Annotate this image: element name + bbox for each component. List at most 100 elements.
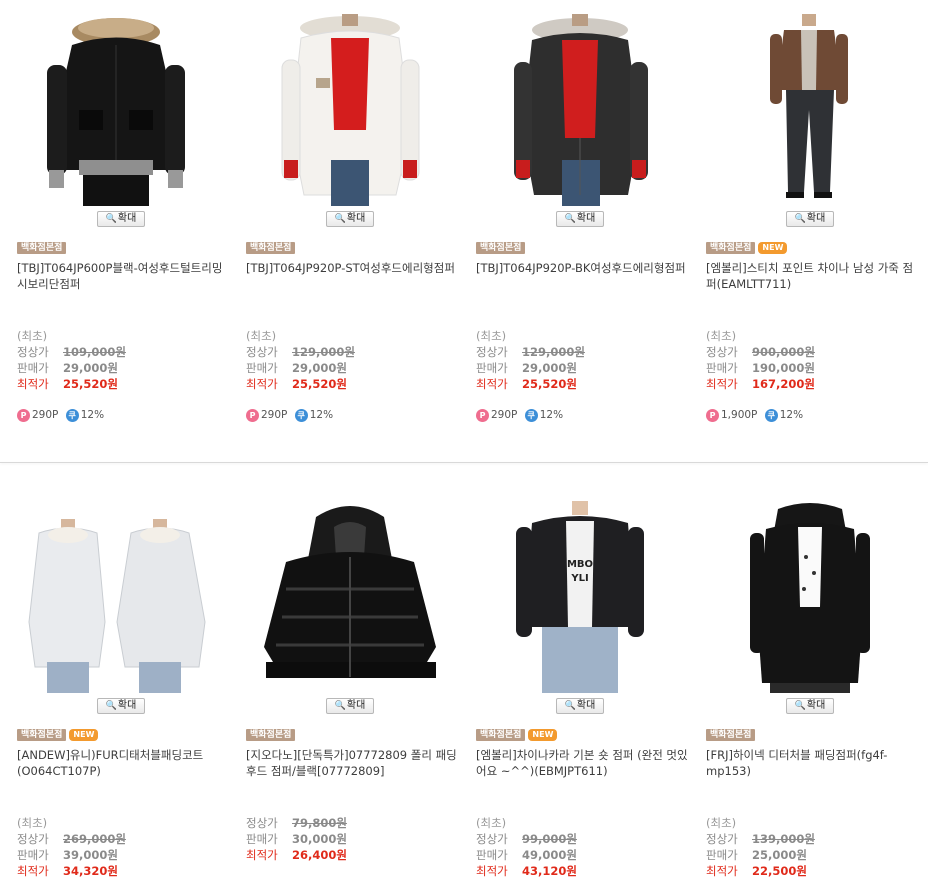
zoom-button[interactable]: 🔍확대 <box>786 211 834 227</box>
product-image[interactable] <box>246 10 456 206</box>
list-price-label: 정상가 <box>706 345 738 359</box>
dept-store-badge: 백화점본점 <box>706 729 756 741</box>
sale-price: 30,000원 <box>292 832 347 846</box>
product-title[interactable]: [ANDEW]유니)FUR디태처블패딩코트(O064CT107P) <box>17 747 229 779</box>
min-label: (최초) <box>246 329 277 343</box>
coupon-icon: 쿠 <box>65 408 79 422</box>
min-label: (최초) <box>476 816 507 830</box>
sale-price: 25,000원 <box>752 848 807 862</box>
product-image[interactable]: MBO YLI <box>476 497 686 693</box>
list-price-label: 정상가 <box>476 345 508 359</box>
sale-price-label: 판매가 <box>706 361 738 375</box>
price-block: (최초) 정상가 109,000원 판매가 29,000원 최적가 25,520원 <box>17 328 227 392</box>
zoom-button[interactable]: 🔍확대 <box>97 698 145 714</box>
best-price: 43,120원 <box>522 864 577 878</box>
zoom-button[interactable]: 🔍확대 <box>97 211 145 227</box>
badges: 백화점본점 <box>476 242 526 255</box>
price-block: 정상가 79,800원 판매가 30,000원 최적가 26,400원 <box>246 815 456 863</box>
best-price: 167,200원 <box>752 377 815 391</box>
sale-price-label: 판매가 <box>706 848 738 862</box>
min-label: (최초) <box>17 816 48 830</box>
best-price: 25,520원 <box>522 377 577 391</box>
min-label: (최초) <box>17 329 48 343</box>
product-image[interactable] <box>706 497 916 693</box>
badges: 백화점본점 <box>706 729 756 742</box>
new-badge: NEW <box>528 729 558 741</box>
sale-price: 29,000원 <box>63 361 118 375</box>
product-title[interactable]: [TBJ]T064JP920P-ST여성후드에리형점퍼 <box>246 260 458 276</box>
best-price-label: 최적가 <box>476 377 508 391</box>
sale-price-label: 판매가 <box>17 361 49 375</box>
point-icon: P <box>246 408 259 422</box>
list-price-label: 정상가 <box>17 832 49 846</box>
product-image[interactable] <box>706 10 916 206</box>
zoom-button[interactable]: 🔍확대 <box>326 698 374 714</box>
product-title[interactable]: [TBJ]T064JP920P-BK여성후드에리형점퍼 <box>476 260 688 276</box>
list-price: 99,000원 <box>522 832 577 846</box>
benefit-icons: P 290P 쿠 12% <box>17 408 104 422</box>
coupon-value: 12% <box>309 409 334 421</box>
coupon-icon: 쿠 <box>524 408 538 422</box>
zoom-button[interactable]: 🔍확대 <box>786 698 834 714</box>
list-price: 79,800원 <box>292 816 347 830</box>
list-price-label: 정상가 <box>476 832 508 846</box>
point-icon: P <box>476 408 489 422</box>
zoom-button[interactable]: 🔍확대 <box>556 698 604 714</box>
sale-price: 39,000원 <box>63 848 118 862</box>
list-price: 129,000원 <box>522 345 585 359</box>
product-title[interactable]: [지오다노][단독특가]07772809 폴리 패딩 후드 점퍼/블랙[0777… <box>246 747 458 779</box>
dept-store-badge: 백화점본점 <box>476 242 526 254</box>
list-price: 900,000원 <box>752 345 815 359</box>
sale-price: 29,000원 <box>292 361 347 375</box>
sale-price-label: 판매가 <box>246 832 278 846</box>
dept-store-badge: 백화점본점 <box>246 242 296 254</box>
magnifier-icon: 🔍 <box>105 701 117 711</box>
sale-price-label: 판매가 <box>476 361 508 375</box>
zoom-button[interactable]: 🔍확대 <box>326 211 374 227</box>
best-price: 25,520원 <box>292 377 347 391</box>
sale-price-label: 판매가 <box>17 848 49 862</box>
best-price: 22,500원 <box>752 864 807 878</box>
product-image[interactable] <box>17 10 227 206</box>
new-badge: NEW <box>69 729 99 741</box>
price-block: (최초) 정상가 129,000원 판매가 29,000원 최적가 25,520원 <box>246 328 456 392</box>
best-price: 34,320원 <box>63 864 118 878</box>
price-block: (최초) 정상가 269,000원 판매가 39,000원 최적가 34,320원 <box>17 815 227 879</box>
dept-store-badge: 백화점본점 <box>246 729 296 741</box>
best-price-label: 최적가 <box>706 377 738 391</box>
product-title[interactable]: [FRJ]하이넥 디터처블 패딩점퍼(fg4f-mp153) <box>706 747 918 779</box>
best-price-label: 최적가 <box>17 864 49 878</box>
product-image[interactable] <box>246 497 456 693</box>
list-price: 269,000원 <box>63 832 126 846</box>
product-title[interactable]: [엠볼리]스티치 포인트 차이나 남성 가죽 점퍼(EAMLTT711) <box>706 260 918 292</box>
product-image[interactable] <box>17 497 227 693</box>
list-price-label: 정상가 <box>706 832 738 846</box>
product-image[interactable] <box>476 10 686 206</box>
dept-store-badge: 백화점본점 <box>476 729 526 741</box>
magnifier-icon: 🔍 <box>105 214 117 224</box>
product-title[interactable]: [TBJ]T064JP600P블랙-여성후드털트리밍시보리단점퍼 <box>17 260 229 292</box>
min-label: (최초) <box>476 329 507 343</box>
sale-price: 190,000원 <box>752 361 815 375</box>
coupon-value: 12% <box>80 409 105 421</box>
badges: 백화점본점 NEW <box>706 242 788 255</box>
dept-store-badge: 백화점본점 <box>17 729 67 741</box>
list-price: 109,000원 <box>63 345 126 359</box>
sale-price: 49,000원 <box>522 848 577 862</box>
best-price-label: 최적가 <box>476 864 508 878</box>
point-icon: P <box>17 408 30 422</box>
best-price: 25,520원 <box>63 377 118 391</box>
point-icon: P <box>706 408 719 422</box>
magnifier-icon: 🔍 <box>334 701 346 711</box>
magnifier-icon: 🔍 <box>794 701 806 711</box>
zoom-button[interactable]: 🔍확대 <box>556 211 604 227</box>
badges: 백화점본점 <box>246 729 296 742</box>
svg-text:YLI: YLI <box>570 573 588 584</box>
benefit-icons: P 290P 쿠 12% <box>476 408 563 422</box>
product-row-2: 🔍확대 백화점본점 NEW [ANDEW]유니)FUR디태처블패딩코트(O064C… <box>0 463 928 883</box>
best-price-label: 최적가 <box>17 377 49 391</box>
product-row-1: 🔍확대 백화점본점 [TBJ]T064JP600P블랙-여성후드털트리밍시보리단… <box>0 0 928 462</box>
magnifier-icon: 🔍 <box>794 214 806 224</box>
product-title[interactable]: [엠볼리]차이나카라 기본 숏 점퍼 (완전 멋있어요 ~^^)(EBMJPT6… <box>476 747 688 779</box>
badges: 백화점본점 NEW <box>17 729 99 742</box>
